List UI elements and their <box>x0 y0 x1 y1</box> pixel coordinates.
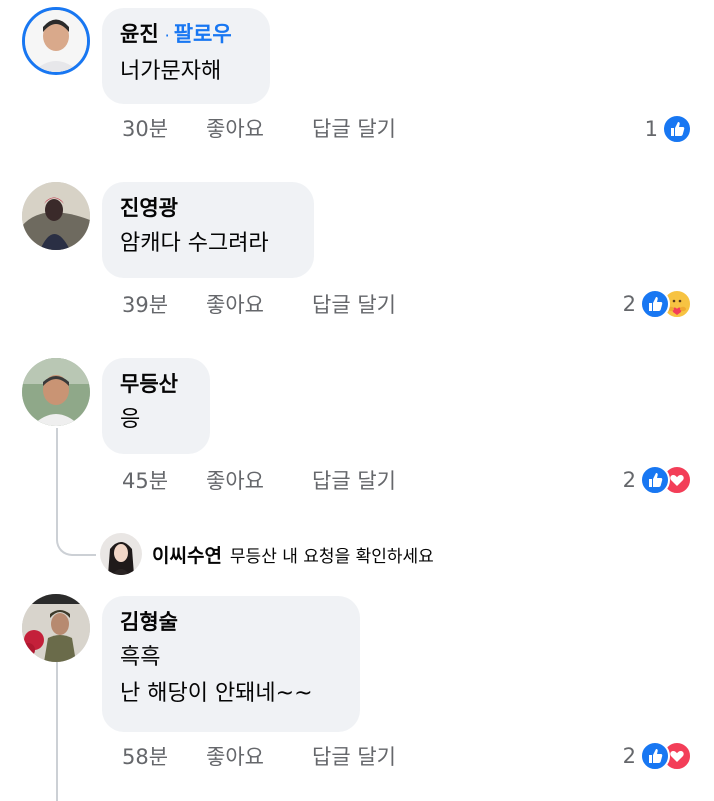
reply-button[interactable]: 답글 달기 <box>312 114 396 144</box>
comment-author[interactable]: 진영광 <box>120 194 296 222</box>
comment-timestamp[interactable]: 39분 <box>122 290 206 320</box>
reply-button[interactable]: 답글 달기 <box>312 466 396 496</box>
comment-timestamp[interactable]: 30분 <box>122 114 206 144</box>
avatar[interactable] <box>22 358 90 426</box>
like-button[interactable]: 좋아요 <box>206 466 312 496</box>
comment-bubble: 무등산 응 <box>102 358 210 454</box>
like-button[interactable]: 좋아요 <box>206 742 312 772</box>
comment-actions: 58분 좋아요 답글 달기 <box>122 742 396 772</box>
avatar[interactable] <box>22 594 90 662</box>
reaction-summary[interactable]: 2 <box>623 741 692 771</box>
reaction-count: 2 <box>622 468 636 492</box>
comment-author[interactable]: 김형술 <box>120 608 342 636</box>
comment-bubble: 윤진 · 팔로우 너가문자해 <box>102 8 270 104</box>
reaction-summary[interactable]: 2 <box>623 289 692 319</box>
like-button[interactable]: 좋아요 <box>206 114 312 144</box>
reaction-count: 2 <box>622 292 636 316</box>
like-icon <box>640 465 670 495</box>
like-button[interactable]: 좋아요 <box>206 290 312 320</box>
comment-text: 흑흑 난 해당이 안돼네~~ <box>120 640 342 712</box>
like-icon <box>662 114 692 144</box>
comment-actions: 39분 좋아요 답글 달기 <box>122 290 396 320</box>
reply-item[interactable]: 이씨수연 무등산 내 요청을 확인하세요 <box>100 532 434 576</box>
comment-author[interactable]: 무등산 <box>120 370 192 398</box>
like-icon <box>640 741 670 771</box>
reaction-summary[interactable]: 2 <box>623 465 692 495</box>
comment-actions: 45분 좋아요 답글 달기 <box>122 466 396 496</box>
avatar[interactable] <box>22 7 90 75</box>
comment-bubble: 김형술 흑흑 난 해당이 안돼네~~ <box>102 596 360 732</box>
comment-text: 응 <box>120 407 141 432</box>
thread-line <box>56 428 58 536</box>
avatar[interactable] <box>22 182 90 250</box>
reply-button[interactable]: 답글 달기 <box>312 742 396 772</box>
follow-link[interactable]: 팔로우 <box>174 22 232 46</box>
thread-line <box>56 654 58 801</box>
comment-timestamp[interactable]: 58분 <box>122 742 206 772</box>
reply-text: 무등산 내 요청을 확인하세요 <box>229 546 434 567</box>
separator-dot: · <box>164 26 170 45</box>
like-icon <box>640 289 670 319</box>
reply-author[interactable]: 이씨수연 <box>152 541 222 568</box>
author-name[interactable]: 윤진 <box>120 22 159 46</box>
reaction-count: 1 <box>644 117 658 141</box>
avatar[interactable] <box>100 533 142 575</box>
reply-button[interactable]: 답글 달기 <box>312 290 396 320</box>
comment-text-line: 흑흑 <box>120 645 161 670</box>
comment-text: 암캐다 수그려라 <box>120 231 269 256</box>
comment-bubble: 진영광 암캐다 수그려라 <box>102 182 314 278</box>
comment-text-line: 난 해당이 안돼네~~ <box>120 681 313 706</box>
reaction-count: 2 <box>622 744 636 768</box>
comment-text: 너가문자해 <box>120 59 222 84</box>
comment-actions: 30분 좋아요 답글 달기 <box>122 114 396 144</box>
reaction-summary[interactable]: 1 <box>645 114 692 144</box>
comment-author: 윤진 · 팔로우 <box>120 20 252 50</box>
reply-connector <box>56 534 96 556</box>
comment-timestamp[interactable]: 45분 <box>122 466 206 496</box>
